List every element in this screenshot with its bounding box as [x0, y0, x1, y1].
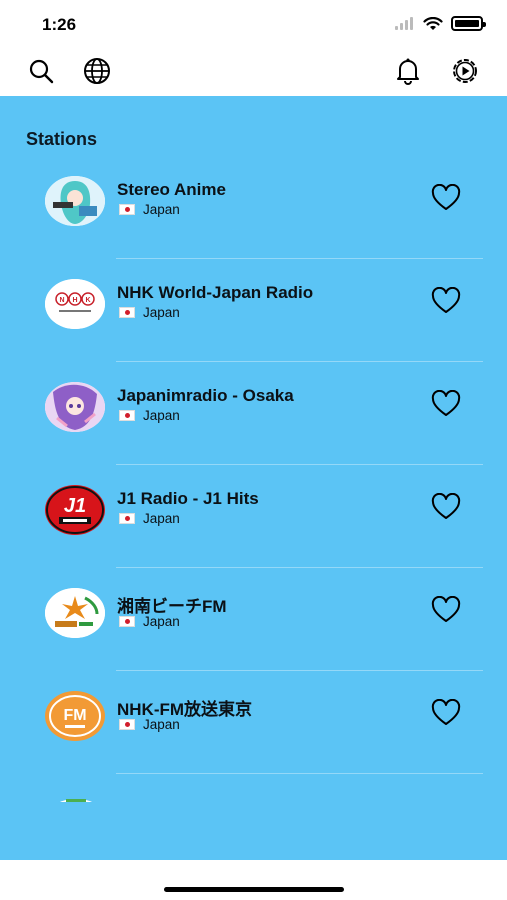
station-logo-japanimradio — [45, 382, 105, 432]
station-logo-shonan-beach — [45, 588, 105, 638]
station-country: Japan — [119, 408, 180, 423]
station-row[interactable]: Japanimradio - Osaka Japan — [0, 362, 507, 465]
top-toolbar — [0, 44, 507, 96]
station-country-label: Japan — [143, 202, 180, 217]
svg-text:N: N — [59, 297, 64, 304]
station-row[interactable]: FM NHK-FM放送東京 Japan — [0, 671, 507, 774]
heart-icon[interactable] — [431, 493, 461, 521]
station-row[interactable]: 湘南ビーチFM Japan — [0, 568, 507, 671]
heart-icon[interactable] — [431, 390, 461, 418]
heart-icon[interactable] — [431, 596, 461, 624]
station-country: Japan — [119, 717, 180, 732]
status-icons — [395, 16, 486, 31]
station-country: Japan — [119, 202, 180, 217]
heart-icon[interactable] — [431, 184, 461, 212]
japan-flag-icon — [119, 719, 135, 730]
heart-icon[interactable] — [431, 287, 461, 315]
home-indicator[interactable] — [164, 887, 344, 892]
section-title: Stations — [26, 129, 98, 149]
station-name: NHK World-Japan Radio — [117, 283, 314, 302]
station-country: Japan — [119, 511, 180, 526]
search-icon — [29, 59, 54, 84]
station-country-label: Japan — [143, 305, 180, 320]
settings-button[interactable] — [450, 56, 480, 86]
svg-text:H: H — [72, 297, 77, 304]
station-country-label: Japan — [143, 511, 180, 526]
svg-text:K: K — [85, 297, 90, 304]
station-list: Stereo Anime Japan N H K NHK World-Japan… — [0, 156, 507, 774]
station-logo-partial — [52, 792, 100, 802]
globe-button[interactable] — [82, 56, 112, 86]
station-country-label: Japan — [143, 408, 180, 423]
globe-icon — [84, 58, 110, 84]
station-logo-nhk-world: N H K — [45, 279, 105, 329]
station-row[interactable]: N H K NHK World-Japan Radio Japan — [0, 259, 507, 362]
japan-flag-icon — [119, 616, 135, 627]
station-logo-stereo-anime — [45, 176, 105, 226]
signal-icon — [395, 17, 413, 30]
station-row[interactable]: Stereo Anime Japan — [0, 156, 507, 259]
japan-flag-icon — [119, 204, 135, 215]
wifi-icon — [423, 16, 443, 30]
settings-play-icon — [453, 59, 477, 83]
stations-panel: Stations Stereo Anime Japan N H K NHK Wo… — [0, 96, 507, 860]
bell-icon — [397, 58, 419, 85]
station-row[interactable]: J1 J1 Radio - J1 Hits Japan — [0, 465, 507, 568]
japan-flag-icon — [119, 410, 135, 421]
station-logo-nhk-fm: FM — [45, 691, 105, 741]
station-logo-j1-radio: J1 — [45, 485, 105, 535]
station-name: J1 Radio - J1 Hits — [117, 489, 259, 508]
station-name: Stereo Anime — [117, 180, 226, 199]
heart-icon[interactable] — [431, 699, 461, 727]
station-country: Japan — [119, 614, 180, 629]
row-divider — [116, 773, 483, 774]
station-country-label: Japan — [143, 614, 180, 629]
japan-flag-icon — [119, 307, 135, 318]
station-name: Japanimradio - Osaka — [117, 386, 294, 405]
notifications-button[interactable] — [393, 56, 423, 86]
bottom-bar — [0, 860, 507, 900]
status-time: 1:26 — [42, 15, 77, 34]
status-bar: 1:26 — [0, 0, 507, 44]
station-country-label: Japan — [143, 717, 180, 732]
search-button[interactable] — [26, 56, 56, 86]
battery-icon — [451, 16, 486, 31]
svg-text:J1: J1 — [64, 495, 86, 517]
station-country: Japan — [119, 305, 180, 320]
svg-text:FM: FM — [63, 707, 86, 724]
japan-flag-icon — [119, 513, 135, 524]
